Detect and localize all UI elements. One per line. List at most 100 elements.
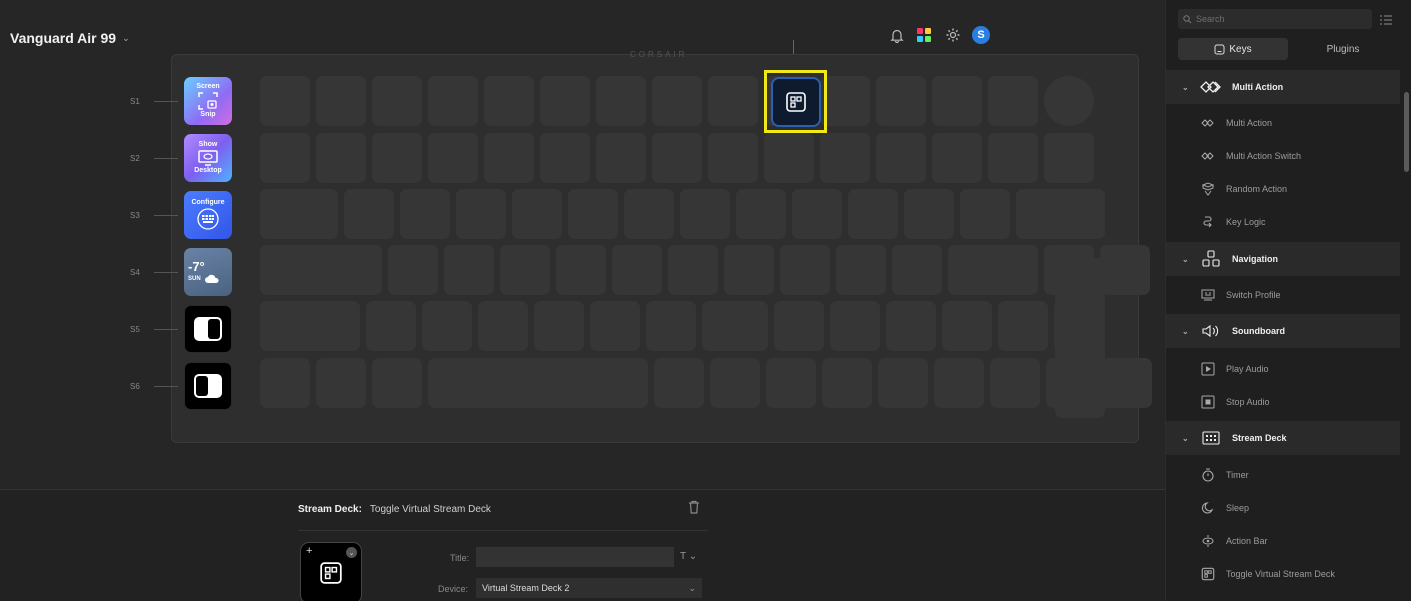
key[interactable] — [624, 189, 674, 239]
s4-key-weather[interactable]: -7° SUN — [184, 248, 232, 296]
key[interactable] — [766, 358, 816, 408]
key[interactable] — [568, 189, 618, 239]
search-input[interactable]: Search — [1178, 9, 1372, 29]
action-switch-profile[interactable]: Switch Profile — [1166, 278, 1400, 311]
key[interactable] — [372, 133, 422, 183]
action-multi-action[interactable]: Multi Action — [1166, 106, 1400, 139]
key[interactable] — [316, 358, 366, 408]
key[interactable] — [836, 245, 886, 295]
action-random-action[interactable]: Random Action — [1166, 172, 1400, 205]
s6-key-toggle[interactable] — [184, 362, 232, 410]
key[interactable] — [886, 301, 936, 351]
action-timer[interactable]: Timer — [1166, 458, 1400, 491]
key[interactable] — [904, 189, 954, 239]
key[interactable] — [736, 189, 786, 239]
action-play-audio[interactable]: Play Audio — [1166, 352, 1400, 385]
key[interactable] — [484, 133, 534, 183]
key[interactable] — [932, 76, 982, 126]
key[interactable] — [708, 76, 758, 126]
key[interactable] — [260, 133, 310, 183]
key[interactable] — [848, 189, 898, 239]
key[interactable] — [316, 133, 366, 183]
key[interactable] — [654, 358, 704, 408]
trash-icon[interactable] — [688, 500, 702, 516]
key[interactable] — [820, 133, 870, 183]
key[interactable] — [428, 133, 478, 183]
key-preview[interactable]: + ⌄ — [300, 542, 362, 601]
user-avatar[interactable]: S — [972, 26, 990, 44]
key[interactable] — [822, 358, 872, 408]
key[interactable] — [428, 76, 478, 126]
key[interactable] — [372, 358, 422, 408]
key[interactable] — [988, 133, 1038, 183]
key[interactable] — [388, 245, 438, 295]
key[interactable] — [456, 189, 506, 239]
settings-gear-icon[interactable] — [944, 26, 962, 44]
chevron-down-icon[interactable]: ⌄ — [346, 547, 357, 558]
key[interactable] — [512, 189, 562, 239]
key[interactable] — [372, 76, 422, 126]
key[interactable] — [724, 245, 774, 295]
s3-key-configure[interactable]: Configure — [184, 191, 232, 239]
key[interactable] — [1044, 133, 1094, 183]
notification-bell-icon[interactable] — [888, 26, 906, 44]
key[interactable] — [876, 76, 926, 126]
s1-key-screen-snip[interactable]: Screen Snip — [184, 77, 232, 125]
spacebar-key[interactable] — [428, 358, 648, 408]
key[interactable] — [792, 189, 842, 239]
key[interactable] — [774, 301, 824, 351]
key[interactable] — [942, 301, 992, 351]
key[interactable] — [764, 133, 814, 183]
key[interactable] — [710, 358, 760, 408]
action-sleep[interactable]: Sleep — [1166, 491, 1400, 524]
key[interactable] — [680, 189, 730, 239]
s5-key-toggle[interactable] — [184, 305, 232, 353]
numpad-key[interactable] — [1055, 189, 1105, 239]
key[interactable] — [590, 301, 640, 351]
category-soundboard[interactable]: ⌄ Soundboard — [1166, 314, 1400, 348]
key[interactable] — [260, 189, 338, 239]
key[interactable] — [344, 189, 394, 239]
key[interactable] — [260, 358, 310, 408]
key[interactable] — [652, 133, 702, 183]
key[interactable] — [260, 76, 310, 126]
key[interactable] — [780, 245, 830, 295]
key[interactable] — [596, 133, 646, 183]
title-format-button[interactable]: T ⌄ — [680, 551, 697, 562]
key[interactable] — [646, 301, 696, 351]
plus-icon[interactable]: + — [306, 545, 312, 557]
category-navigation[interactable]: ⌄ Navigation — [1166, 242, 1400, 276]
tab-keys[interactable]: Keys — [1178, 38, 1288, 60]
key[interactable] — [876, 133, 926, 183]
key[interactable] — [1102, 358, 1152, 408]
dial-key[interactable] — [1044, 76, 1094, 126]
tab-plugins[interactable]: Plugins — [1288, 38, 1398, 60]
selected-key[interactable] — [770, 76, 821, 127]
key[interactable] — [932, 133, 982, 183]
key[interactable] — [820, 76, 870, 126]
action-toggle-virtual-stream-deck[interactable]: Toggle Virtual Stream Deck — [1166, 557, 1400, 590]
key[interactable] — [1100, 245, 1150, 295]
key[interactable] — [400, 189, 450, 239]
key[interactable] — [484, 76, 534, 126]
action-action-bar[interactable]: Action Bar — [1166, 524, 1400, 557]
key[interactable] — [500, 245, 550, 295]
key[interactable] — [534, 301, 584, 351]
marketplace-icon[interactable] — [916, 26, 934, 44]
key[interactable] — [998, 301, 1048, 351]
key[interactable] — [556, 245, 606, 295]
key[interactable] — [990, 358, 1040, 408]
action-multi-action-switch[interactable]: Multi Action Switch — [1166, 139, 1400, 172]
key[interactable] — [652, 76, 702, 126]
key[interactable] — [948, 245, 1038, 295]
key[interactable] — [422, 301, 472, 351]
selected-key-highlight[interactable] — [764, 70, 827, 133]
numpad-enter-key[interactable] — [1055, 258, 1105, 418]
key[interactable] — [366, 301, 416, 351]
key[interactable] — [892, 245, 942, 295]
key[interactable] — [260, 245, 382, 295]
key[interactable] — [960, 189, 1010, 239]
device-selector[interactable]: Vanguard Air 99 ⌄ — [10, 30, 130, 46]
device-select[interactable]: Virtual Stream Deck 2 ⌄ — [476, 578, 702, 598]
action-stop-audio[interactable]: Stop Audio — [1166, 385, 1400, 418]
